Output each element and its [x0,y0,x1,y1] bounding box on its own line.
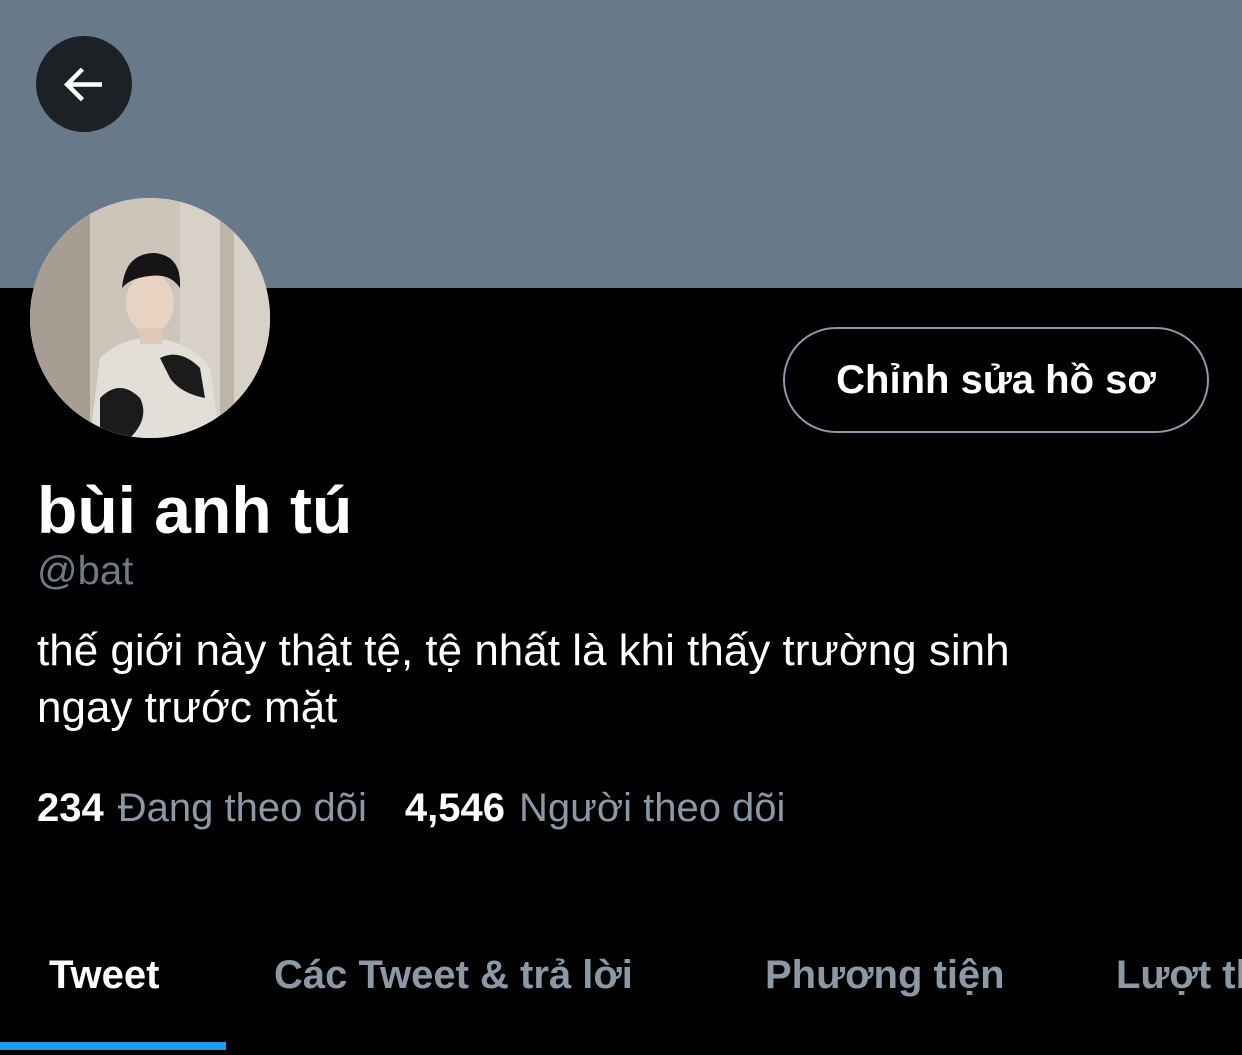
tab-tweets-replies[interactable]: Các Tweet & trả lời [274,950,633,1000]
profile-bio: thế giới này thật tệ, tệ nhất là khi thấ… [37,622,1207,736]
followers-count: 4,546 [404,786,505,830]
followers-stat[interactable]: 4,546 Người theo dõi [405,783,786,833]
bio-line: thế giới này thật tệ, tệ nhất là khi thấ… [37,626,1010,675]
following-label: Đang theo dõi [117,786,367,830]
arrow-left-icon [63,67,102,102]
display-name: bùi anh tú [37,473,353,547]
tab-media[interactable]: Phương tiện [765,950,1005,1000]
avatar[interactable] [30,198,270,438]
following-stat[interactable]: 234 Đang theo dõi [37,783,367,833]
tab-tweets[interactable]: Tweet [49,950,159,1000]
following-count: 234 [37,786,104,830]
back-button[interactable] [36,36,132,132]
tab-likes[interactable]: Lượt thích [1116,950,1242,1000]
avatar-photo [30,198,270,438]
followers-label: Người theo dõi [518,786,786,830]
follow-stats: 234 Đang theo dõi 4,546 Người theo dõi [37,783,823,833]
profile-tabs: Tweet Các Tweet & trả lời Phương tiện Lư… [0,930,1242,1055]
bio-line: ngay trước mặt [37,683,338,732]
active-tab-indicator [0,1042,226,1050]
edit-profile-button[interactable]: Chỉnh sửa hồ sơ [783,327,1209,433]
user-handle: @bat [37,549,134,593]
